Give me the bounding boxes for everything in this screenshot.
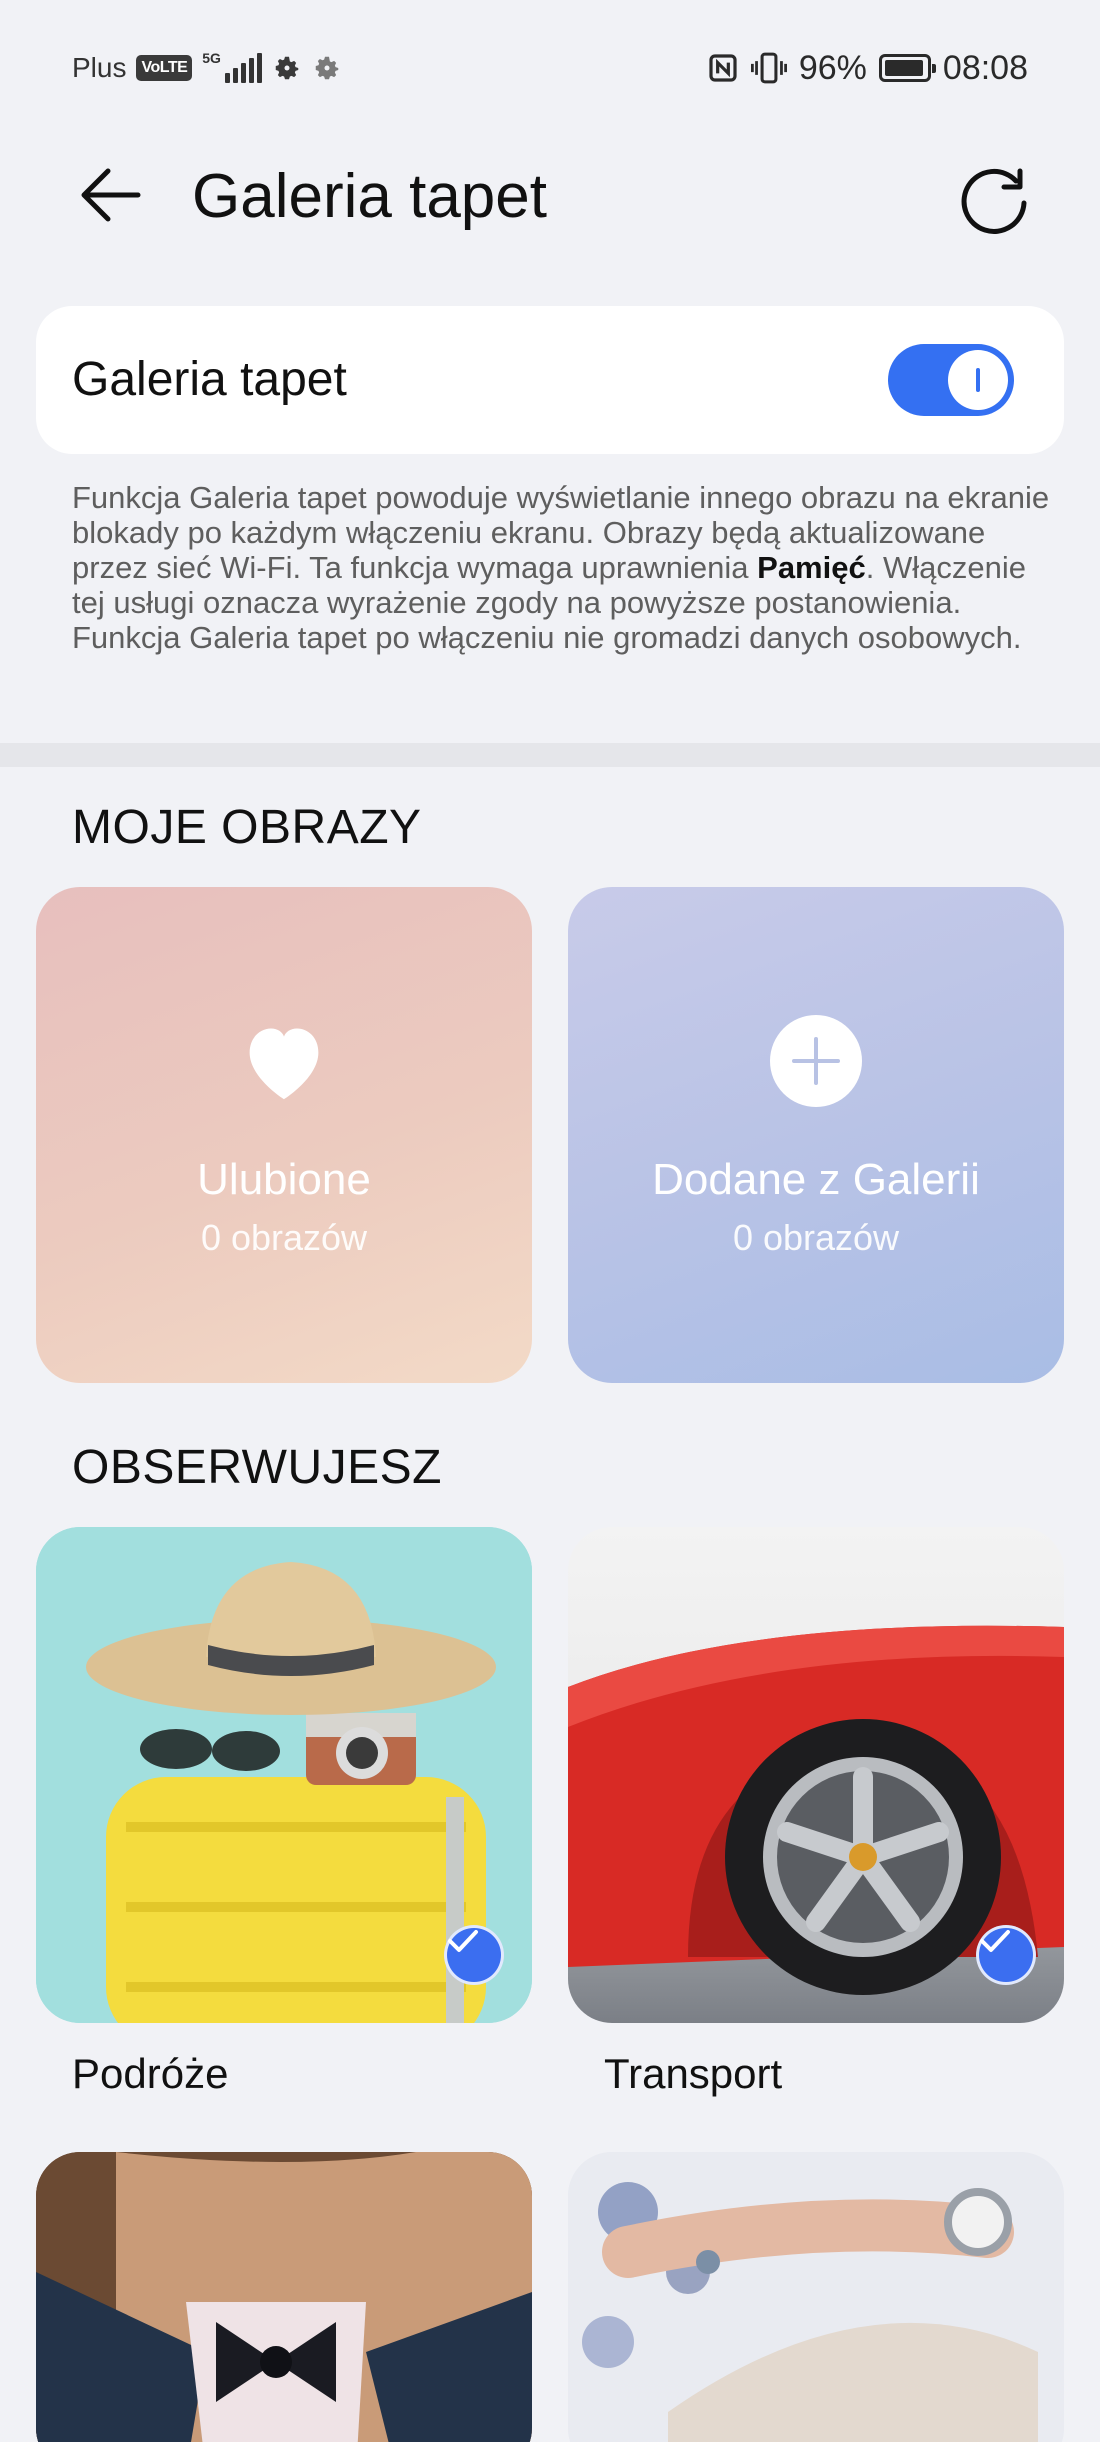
signal-icon	[224, 53, 262, 83]
network-type: 5G	[202, 50, 221, 66]
added-from-gallery-title: Dodane z Galerii	[652, 1155, 980, 1204]
plus-icon	[768, 1013, 864, 1109]
volte-badge: VoLTE	[136, 55, 193, 81]
fashion-category-image[interactable]	[36, 2152, 532, 2442]
travel-category-label: Podróże	[72, 2050, 229, 2097]
favorites-count: 0 obrazów	[200, 1217, 368, 1258]
back-button[interactable]	[70, 155, 150, 235]
battery-icon	[878, 54, 936, 82]
transport-selected-check[interactable]	[976, 1925, 1036, 1985]
check-icon	[448, 1930, 478, 1952]
page-title: Galeria tapet	[192, 162, 547, 231]
travel-category-image[interactable]	[36, 1527, 532, 2023]
my-images-heading: MOJE OBRAZY	[72, 801, 422, 854]
plus-circle	[770, 1015, 862, 1107]
following-heading: OBSERWUJESZ	[72, 1441, 442, 1494]
clock: 08:08	[942, 48, 1028, 87]
refresh-icon	[961, 168, 1027, 234]
storage-permission-label: Pamięć	[757, 550, 866, 585]
back-arrow-icon	[81, 168, 141, 222]
added-from-gallery-tile[interactable]: Dodane z Galerii 0 obrazów	[568, 887, 1064, 1383]
status-bar: Plus VoLTE 5G 96% 08:08	[0, 0, 1100, 135]
heart-icon	[236, 1013, 332, 1109]
wallpaper-gallery-switch[interactable]	[888, 344, 1014, 416]
status-right: 96% 08:08	[707, 48, 1028, 88]
favorites-tile[interactable]: Ulubione 0 obrazów	[36, 887, 532, 1383]
accessories-category-image[interactable]	[568, 2152, 1064, 2442]
section-divider	[0, 743, 1100, 767]
feature-description: Funkcja Galeria tapet powoduje wyświetla…	[72, 480, 1052, 655]
wallpaper-gallery-toggle-card: Galeria tapet	[36, 306, 1064, 454]
refresh-button[interactable]	[950, 155, 1040, 245]
transport-category-image[interactable]	[568, 1527, 1064, 2023]
settings-gear-icon	[275, 56, 299, 80]
accessories-illustration	[568, 2152, 1064, 2442]
carrier-name: Plus	[72, 52, 127, 83]
vibrate-icon	[750, 52, 787, 84]
fashion-illustration	[36, 2152, 532, 2442]
settings-gear-small-icon	[315, 56, 339, 80]
travel-selected-check[interactable]	[444, 1925, 504, 1985]
added-from-gallery-count: 0 obrazów	[732, 1217, 900, 1258]
nfc-icon	[709, 54, 737, 82]
check-icon	[980, 1930, 1010, 1952]
toggle-label: Galeria tapet	[72, 353, 347, 406]
status-left: Plus VoLTE 5G	[72, 48, 342, 88]
battery-percent: 96%	[798, 48, 867, 87]
favorites-title: Ulubione	[197, 1155, 371, 1204]
transport-category-label: Transport	[604, 2050, 783, 2097]
switch-knob	[948, 350, 1008, 410]
app-bar: Galeria tapet	[0, 135, 1100, 275]
